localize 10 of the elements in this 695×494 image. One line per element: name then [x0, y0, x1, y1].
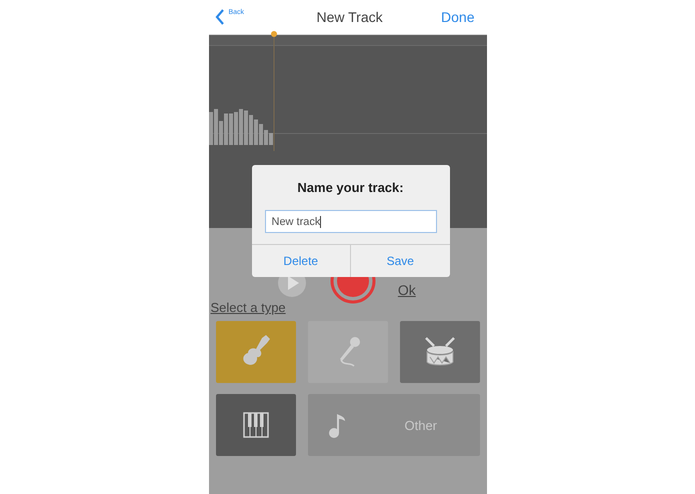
tile-label: Other [404, 418, 438, 432]
dialog-title: Name your track: [297, 180, 404, 195]
delete-button[interactable]: Delete [252, 245, 350, 277]
ok-link[interactable]: Ok [398, 283, 416, 298]
note-type-tile[interactable]: Other [308, 394, 480, 456]
track-name-field[interactable]: New track [264, 210, 436, 233]
save-button[interactable]: Save [350, 245, 450, 277]
screen-title: New Track [316, 9, 383, 25]
done-button[interactable]: Done [441, 9, 474, 25]
section-heading: Select a type [210, 300, 286, 315]
